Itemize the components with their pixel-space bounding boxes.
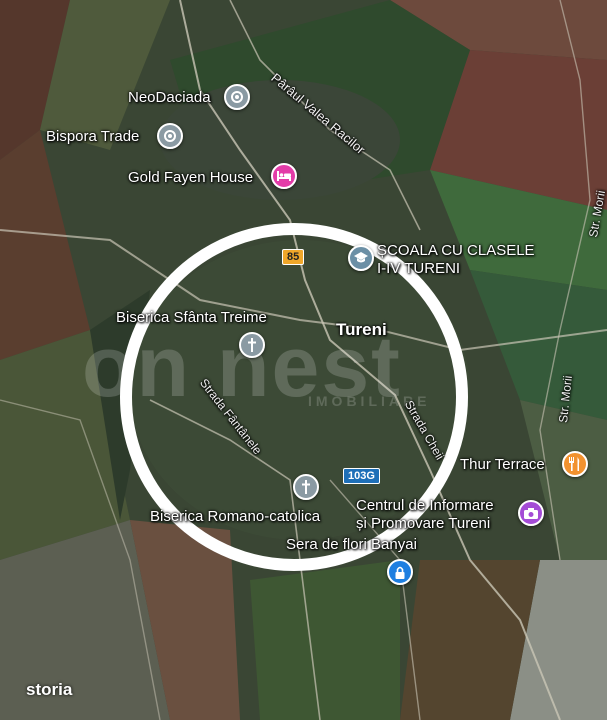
place-pin-biserica-romano[interactable] — [293, 474, 319, 500]
hotel-bed-icon — [277, 171, 291, 181]
circle-dot-icon — [164, 130, 176, 142]
fork-knife-icon — [569, 457, 581, 471]
lock-icon — [395, 566, 405, 579]
place-label-sera[interactable]: Sera de flori Banyai — [286, 536, 417, 553]
place-pin-centrul[interactable] — [518, 500, 544, 526]
place-label-neodaciada[interactable]: NeoDaciada — [128, 89, 211, 106]
school-icon — [354, 252, 368, 264]
place-label-scoala-line1[interactable]: ȘCOALA CU CLASELE — [377, 242, 535, 259]
satellite-map[interactable]: on nest IMOBILIARE Pârâul Valea Racilor … — [0, 0, 607, 720]
place-label-biserica-treime[interactable]: Biserica Sfânta Treime — [116, 309, 267, 326]
cross-icon — [247, 338, 257, 352]
circle-dot-icon — [231, 91, 243, 103]
cross-icon — [301, 480, 311, 494]
road-shield-85: 85 — [282, 249, 305, 265]
place-pin-bispora[interactable] — [157, 123, 183, 149]
place-label-gold-fayen[interactable]: Gold Fayen House — [128, 169, 253, 186]
place-label-centrul-line2[interactable]: și Promovare Tureni — [356, 515, 490, 532]
place-label-centrul-line1[interactable]: Centrul de Informare — [356, 497, 494, 514]
place-pin-biserica-treime[interactable] — [239, 332, 265, 358]
place-label-thur-terrace[interactable]: Thur Terrace — [460, 456, 545, 473]
storia-logo: storia — [26, 680, 73, 699]
road-shield-103g: 103G — [343, 468, 380, 484]
place-pin-neodaciada[interactable] — [224, 84, 250, 110]
place-pin-sera[interactable] — [387, 559, 413, 585]
place-pin-thur-terrace[interactable] — [562, 451, 588, 477]
place-pin-gold-fayen[interactable] — [271, 163, 297, 189]
town-label[interactable]: Tureni — [336, 320, 387, 340]
place-pin-scoala[interactable] — [348, 245, 374, 271]
place-label-biserica-romano[interactable]: Biserica Romano-catolica — [150, 508, 320, 525]
place-label-bispora[interactable]: Bispora Trade — [46, 128, 139, 145]
place-label-scoala-line2[interactable]: I-IV TURENI — [377, 260, 460, 277]
camera-icon — [524, 507, 538, 519]
